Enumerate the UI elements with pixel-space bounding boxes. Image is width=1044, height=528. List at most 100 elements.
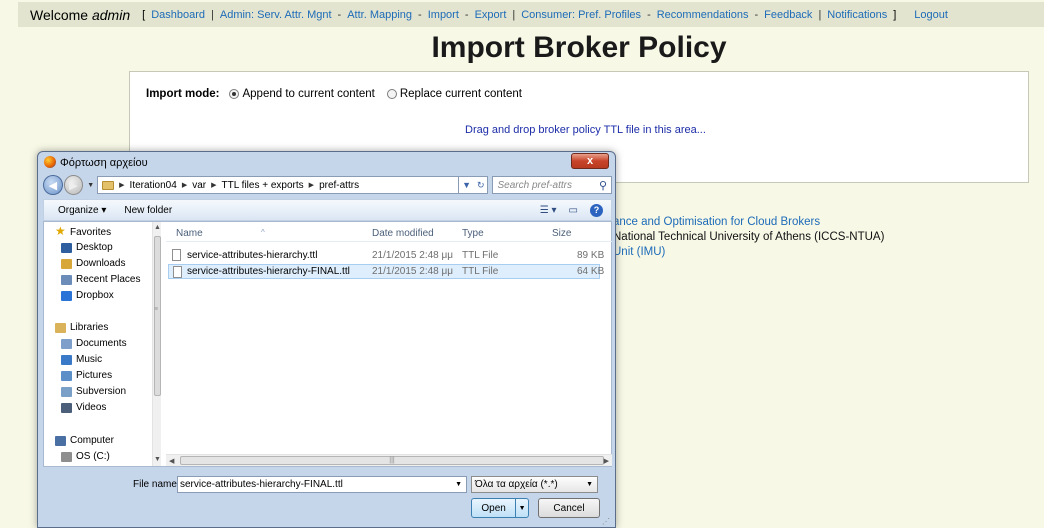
scroll-left-icon[interactable]: ◀ bbox=[169, 457, 174, 465]
nav-link-export[interactable]: Export bbox=[475, 9, 507, 21]
chevron-right-icon[interactable]: ▶ bbox=[119, 181, 124, 189]
nav-item-downloads[interactable]: Downloads bbox=[61, 258, 125, 269]
breadcrumb-ttl-files[interactable]: TTL files + exports bbox=[222, 180, 304, 191]
column-date-modified[interactable]: Date modified bbox=[372, 228, 434, 239]
nav-separator: - bbox=[464, 8, 469, 21]
file-type: TTL File bbox=[462, 250, 499, 261]
libraries-icon bbox=[55, 322, 66, 333]
star-icon: ★ bbox=[55, 224, 66, 238]
nav-link-consumer-pref-profiles[interactable]: Consumer: Pref. Profiles bbox=[521, 9, 641, 21]
page-title: Import Broker Policy bbox=[431, 31, 727, 64]
nav-separator: - bbox=[647, 8, 651, 21]
top-nav-bar: Welcome admin [ Dashboard | Admin: Serv. A… bbox=[18, 2, 1044, 27]
nav-item-label: OS (C:) bbox=[76, 451, 110, 462]
search-placeholder: Search pref-attrs bbox=[497, 179, 572, 191]
pictures-icon bbox=[61, 370, 72, 381]
nav-link-import[interactable]: Import bbox=[428, 9, 459, 21]
logout-link[interactable]: Logout bbox=[914, 9, 948, 21]
dialog-body: ▲ ≡ ▼ ★ Favorites Desktop Downloads Recent P… bbox=[43, 221, 612, 467]
address-bar[interactable]: ▶ Iteration04 ▶ var ▶ TTL files + export… bbox=[97, 176, 460, 194]
column-headers: ^ Name Date modified Type Size bbox=[166, 222, 612, 242]
nav-separator: - bbox=[754, 8, 759, 21]
nav-link-admin-serv-attr-mgnt[interactable]: Admin: Serv. Attr. Mgnt bbox=[220, 9, 332, 21]
dialog-close-button[interactable]: x bbox=[571, 153, 609, 169]
nav-link-recommendations[interactable]: Recommendations bbox=[657, 9, 749, 21]
file-list-pane: ^ Name Date modified Type Size service-a… bbox=[166, 222, 612, 466]
nav-item-dropbox[interactable]: Dropbox bbox=[61, 290, 114, 301]
breadcrumb-var[interactable]: var bbox=[192, 180, 206, 191]
cancel-button[interactable]: Cancel bbox=[538, 498, 600, 518]
nav-item-videos[interactable]: Videos bbox=[61, 402, 106, 413]
nav-item-subversion[interactable]: Subversion bbox=[61, 386, 126, 397]
drop-zone-text[interactable]: Drag and drop broker policy TTL file in … bbox=[465, 124, 706, 136]
nav-link-dashboard[interactable]: Dashboard bbox=[151, 9, 205, 21]
history-dropdown-icon[interactable]: ▼ bbox=[87, 182, 94, 189]
nav-item-recent-places[interactable]: Recent Places bbox=[61, 274, 140, 285]
desktop-icon bbox=[61, 242, 72, 253]
file-name-input[interactable]: service-attributes-hierarchy-FINAL.ttl ▼ bbox=[177, 476, 467, 493]
file-open-dialog: Φόρτωση αρχείου x ◀ ▶ ▼ ▶ Iteration04 ▶ … bbox=[37, 151, 616, 528]
nav-item-libraries[interactable]: Libraries bbox=[55, 322, 108, 333]
chevron-right-icon[interactable]: ▶ bbox=[182, 181, 187, 189]
nav-item-documents[interactable]: Documents bbox=[61, 338, 127, 349]
preview-pane-icon[interactable]: ▭ bbox=[569, 205, 578, 216]
breadcrumb-pref-attrs[interactable]: pref-attrs bbox=[319, 180, 359, 191]
file-row-selected[interactable]: service-attributes-hierarchy-FINAL.ttl 2… bbox=[168, 264, 604, 279]
view-options-icon[interactable]: ☰ ▾ bbox=[540, 205, 557, 216]
horizontal-scrollbar[interactable]: ◀ ||| ▶ bbox=[166, 454, 612, 466]
file-row[interactable]: service-attributes-hierarchy.ttl 21/1/20… bbox=[168, 248, 604, 263]
file-name-dropdown-icon[interactable]: ▼ bbox=[455, 481, 462, 488]
dialog-toolbar: Organize ▾ New folder ☰ ▾ ▭ ? bbox=[43, 199, 612, 221]
footer-line-3[interactable]: Unit (IMU) bbox=[613, 245, 884, 260]
nav-link-attr-mapping[interactable]: Attr. Mapping bbox=[347, 9, 412, 21]
append-radio[interactable] bbox=[229, 89, 240, 99]
nav-item-pictures[interactable]: Pictures bbox=[61, 370, 112, 381]
file-type-select[interactable]: Όλα τα αρχεία (*.*) ▼ bbox=[471, 476, 598, 493]
footer-line-1[interactable]: ance and Optimisation for Cloud Brokers bbox=[613, 215, 884, 230]
nav-scrollbar[interactable]: ▲ ≡ ▼ bbox=[152, 222, 161, 466]
nav-item-music[interactable]: Music bbox=[61, 354, 102, 365]
open-button[interactable]: Open ▼ bbox=[471, 498, 529, 518]
nav-item-favorites[interactable]: ★ Favorites bbox=[55, 224, 112, 238]
videos-icon bbox=[61, 402, 72, 413]
organize-button[interactable]: Organize ▾ bbox=[58, 205, 106, 216]
nav-link-feedback[interactable]: Feedback bbox=[764, 9, 812, 21]
nav-scrollbar-thumb[interactable] bbox=[154, 236, 161, 396]
append-option[interactable]: Append to current content bbox=[229, 88, 375, 100]
file-name: service-attributes-hierarchy.ttl bbox=[187, 250, 318, 261]
back-button[interactable]: ◀ bbox=[43, 175, 63, 195]
nav-item-os-c[interactable]: OS (C:) bbox=[61, 451, 110, 462]
forward-button[interactable]: ▶ bbox=[63, 175, 84, 195]
column-type[interactable]: Type bbox=[462, 228, 484, 239]
search-icon[interactable]: ⚲ bbox=[599, 179, 607, 192]
nav-separator: - bbox=[337, 8, 342, 21]
file-name: service-attributes-hierarchy-FINAL.ttl bbox=[187, 266, 350, 277]
scroll-down-icon[interactable]: ▼ bbox=[154, 456, 161, 463]
chevron-right-icon[interactable]: ▶ bbox=[309, 181, 314, 189]
nav-item-label: Favorites bbox=[70, 226, 112, 238]
scroll-right-icon[interactable]: ▶ bbox=[604, 457, 609, 465]
nav-link-notifications[interactable]: Notifications bbox=[827, 9, 887, 21]
column-size[interactable]: Size bbox=[552, 228, 571, 239]
open-dropdown-icon[interactable]: ▼ bbox=[515, 499, 528, 517]
nav-item-desktop[interactable]: Desktop bbox=[61, 242, 113, 253]
replace-radio[interactable] bbox=[386, 89, 397, 99]
horizontal-scrollbar-thumb[interactable]: ||| bbox=[180, 456, 604, 465]
column-name[interactable]: Name bbox=[176, 228, 203, 239]
nav-item-computer[interactable]: Computer bbox=[55, 435, 114, 446]
replace-option[interactable]: Replace current content bbox=[386, 88, 522, 100]
username: admin bbox=[91, 6, 131, 23]
dropbox-icon bbox=[61, 290, 72, 301]
search-input[interactable]: Search pref-attrs ⚲ bbox=[492, 176, 613, 194]
firefox-icon bbox=[44, 156, 56, 168]
refresh-icon[interactable]: ↻ bbox=[477, 180, 485, 191]
chevron-right-icon[interactable]: ▶ bbox=[211, 181, 216, 189]
new-folder-button[interactable]: New folder bbox=[124, 205, 172, 216]
help-icon[interactable]: ? bbox=[590, 203, 603, 217]
import-mode-label: Import mode: bbox=[146, 88, 220, 100]
dialog-titlebar[interactable]: Φόρτωση αρχείου x bbox=[38, 152, 615, 174]
breadcrumb-iteration04[interactable]: Iteration04 bbox=[130, 180, 177, 191]
scroll-up-icon[interactable]: ▲ bbox=[154, 224, 161, 231]
resize-grip-icon[interactable]: ⋰ bbox=[602, 517, 610, 526]
address-dropdown-icon[interactable]: ▼ bbox=[462, 180, 471, 190]
